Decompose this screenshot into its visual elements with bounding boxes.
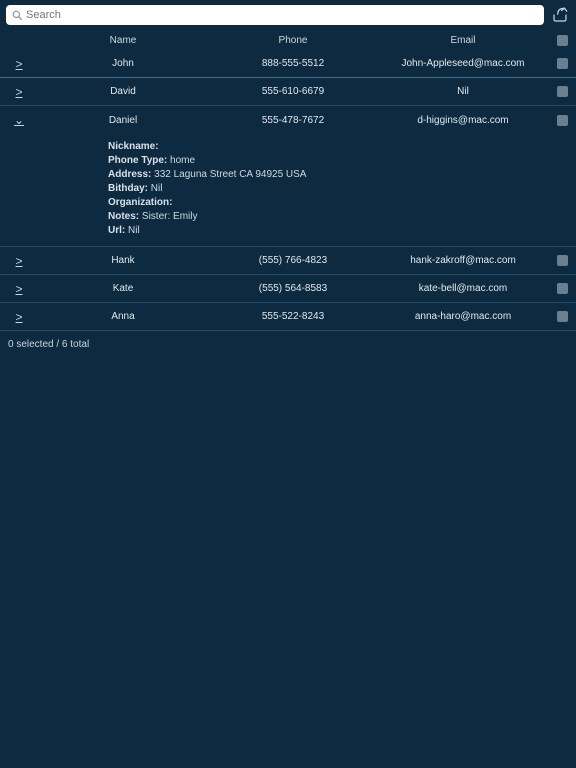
detail-label-address: Address: <box>108 169 151 180</box>
table-row: > David 555-610-6679 Nil <box>0 78 576 106</box>
cell-phone: 555-478-7672 <box>208 115 378 126</box>
cell-email: anna-haro@mac.com <box>378 311 548 322</box>
collapse-toggle[interactable]: ⌄ <box>14 113 24 127</box>
cell-email: Nil <box>378 86 548 97</box>
header-phone: Phone <box>208 35 378 46</box>
expand-toggle[interactable]: > <box>15 85 22 99</box>
contact-details: Nickname: Phone Type: home Address: 332 … <box>0 134 576 247</box>
cell-name: Anna <box>38 311 208 322</box>
search-icon <box>12 10 22 20</box>
detail-label-nickname: Nickname: <box>108 141 159 152</box>
select-all-checkbox[interactable] <box>557 35 568 46</box>
cell-email: John-Appleseed@mac.com <box>378 58 548 69</box>
expand-toggle[interactable]: > <box>15 282 22 296</box>
detail-label-phonetype: Phone Type: <box>108 155 167 166</box>
row-checkbox[interactable] <box>557 311 568 322</box>
header-email: Email <box>378 35 548 46</box>
selection-status: 0 selected / 6 total <box>0 331 576 358</box>
expand-toggle[interactable]: > <box>15 310 22 324</box>
row-checkbox[interactable] <box>557 58 568 69</box>
share-icon <box>551 6 569 24</box>
cell-name: Kate <box>38 283 208 294</box>
detail-value-phonetype: home <box>170 155 195 166</box>
expand-toggle[interactable]: > <box>15 57 22 71</box>
cell-phone: 888-555-5512 <box>208 58 378 69</box>
search-box[interactable] <box>6 5 544 25</box>
header-name: Name <box>38 35 208 46</box>
table-row: > Anna 555-522-8243 anna-haro@mac.com <box>0 303 576 331</box>
detail-value-notes: Sister: Emily <box>142 211 198 222</box>
table-row: ⌄ Daniel 555-478-7672 d-higgins@mac.com <box>0 106 576 134</box>
table-row: > Kate (555) 564-8583 kate-bell@mac.com <box>0 275 576 303</box>
detail-value-birthday: Nil <box>151 183 163 194</box>
cell-email: kate-bell@mac.com <box>378 283 548 294</box>
table-header: Name Phone Email <box>0 30 576 50</box>
cell-email: hank-zakroff@mac.com <box>378 255 548 266</box>
detail-label-organization: Organization: <box>108 197 172 208</box>
row-checkbox[interactable] <box>557 115 568 126</box>
detail-label-url: Url: <box>108 225 125 236</box>
cell-phone: (555) 766-4823 <box>208 255 378 266</box>
detail-label-birthday: Bithday: <box>108 183 148 194</box>
cell-name: Hank <box>38 255 208 266</box>
detail-value-address: 332 Laguna Street CA 94925 USA <box>154 169 306 180</box>
cell-name: David <box>38 86 208 97</box>
cell-phone: 555-610-6679 <box>208 86 378 97</box>
expand-toggle[interactable]: > <box>15 254 22 268</box>
cell-name: Daniel <box>38 115 208 126</box>
detail-label-notes: Notes: <box>108 211 139 222</box>
share-button[interactable] <box>550 5 570 25</box>
cell-email: d-higgins@mac.com <box>378 115 548 126</box>
row-checkbox[interactable] <box>557 283 568 294</box>
row-checkbox[interactable] <box>557 255 568 266</box>
cell-name: John <box>38 58 208 69</box>
table-row: > John 888-555-5512 John-Appleseed@mac.c… <box>0 50 576 78</box>
cell-phone: 555-522-8243 <box>208 311 378 322</box>
top-bar <box>0 0 576 30</box>
cell-phone: (555) 564-8583 <box>208 283 378 294</box>
detail-value-url: Nil <box>128 225 140 236</box>
table-row: > Hank (555) 766-4823 hank-zakroff@mac.c… <box>0 247 576 275</box>
search-input[interactable] <box>26 9 538 21</box>
row-checkbox[interactable] <box>557 86 568 97</box>
